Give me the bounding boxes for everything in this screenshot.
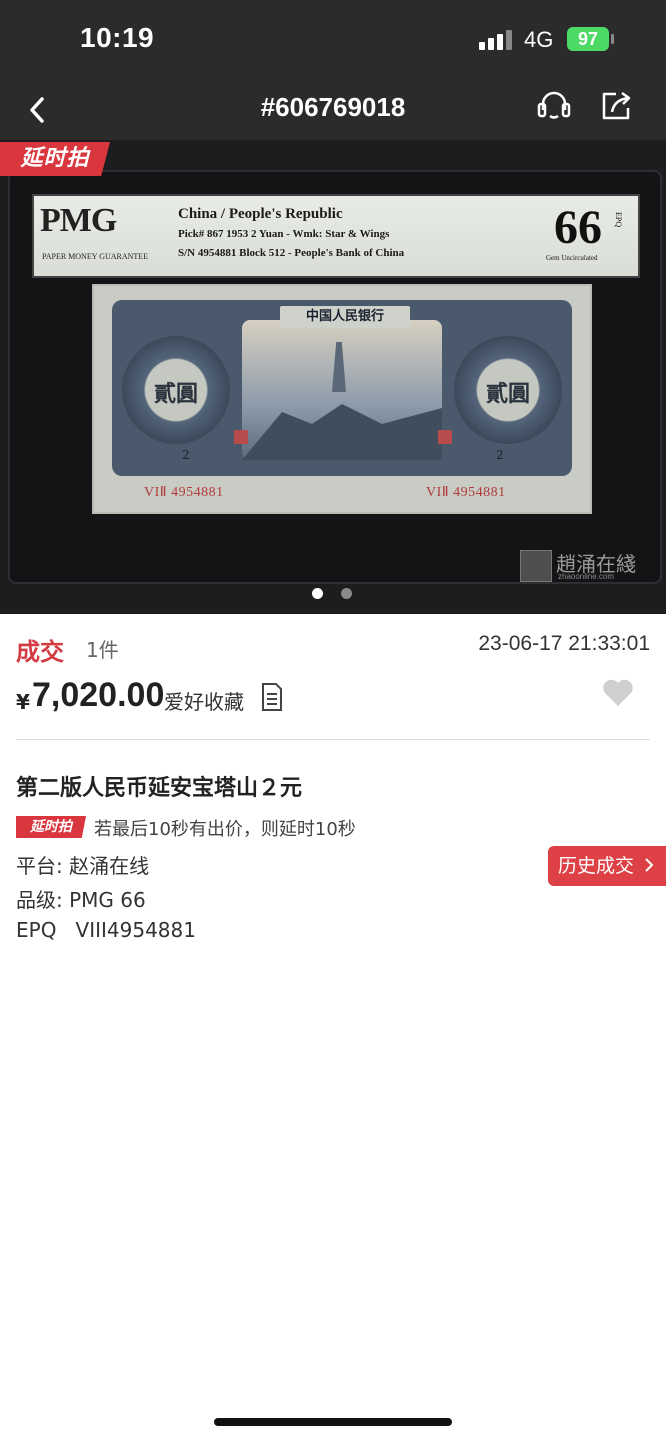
pmg-grade: 66 bbox=[554, 201, 602, 254]
battery-level: 97 bbox=[577, 29, 599, 49]
category-label: 爱好收藏 bbox=[164, 690, 244, 714]
pmg-pick: Pick# 867 1953 2 Yuan - Wmk: Star & Wing… bbox=[178, 228, 390, 240]
watermark-url: zhaoonline.com bbox=[558, 572, 615, 581]
share-icon[interactable] bbox=[596, 86, 636, 126]
price: 7,020.00 bbox=[32, 676, 165, 714]
denom-small-left: 2 bbox=[182, 448, 190, 462]
denomination-left: 貳圓 bbox=[153, 381, 198, 407]
network-type: 4G bbox=[524, 27, 554, 52]
deal-quantity: 1件 bbox=[86, 638, 119, 662]
battery-icon: 97 bbox=[567, 27, 609, 51]
document-icon[interactable] bbox=[260, 682, 284, 712]
favorite-heart-icon[interactable] bbox=[602, 678, 634, 708]
pmg-slab: PMG PAPER MONEY GUARANTEE China / People… bbox=[8, 170, 662, 584]
nav-bar: #606769018 bbox=[0, 80, 666, 140]
watermark-logo bbox=[520, 550, 552, 582]
banknote-vignette bbox=[242, 320, 442, 460]
pmg-serial: S/N 4954881 Block 512 - People's Bank of… bbox=[178, 247, 405, 259]
denomination-medallion-right: 貳圓 bbox=[454, 336, 562, 444]
delay-auction-tag: 延时拍 bbox=[16, 816, 86, 838]
deal-status: 成交 bbox=[16, 638, 64, 666]
header-area: 10:19 4G 97 #606769018 PMG PAPER MONEY G… bbox=[0, 0, 666, 614]
serial-right: VIⅡ 4954881 bbox=[426, 485, 506, 500]
battery-tip bbox=[611, 34, 614, 44]
pmg-subtitle: PAPER MONEY GUARANTEE bbox=[42, 252, 149, 261]
deal-datetime: 23-06-17 21:33:01 bbox=[478, 632, 650, 655]
pmg-epq: EPQ bbox=[614, 212, 623, 228]
serial-info: EPQ VIII4954881 bbox=[16, 918, 196, 942]
denom-small-right: 2 bbox=[496, 448, 504, 462]
seal-left bbox=[234, 430, 248, 444]
carousel-dot[interactable] bbox=[341, 588, 352, 599]
pmg-grade-text: Gem Uncirculated bbox=[546, 254, 598, 262]
delay-rule: 若最后10秒有出价，则延时10秒 bbox=[94, 819, 356, 840]
chevron-right-icon bbox=[644, 855, 654, 877]
banknote-header: 中国人民银行 bbox=[280, 306, 410, 328]
mountain-illustration bbox=[242, 404, 442, 460]
item-photo[interactable]: PMG PAPER MONEY GUARANTEE China / People… bbox=[0, 140, 666, 614]
pagoda-illustration bbox=[332, 342, 346, 392]
history-deals-button[interactable]: 历史成交 bbox=[548, 846, 666, 886]
status-bar: 10:19 4G 97 bbox=[0, 0, 666, 80]
denomination-right: 貳圓 bbox=[485, 381, 530, 407]
serial-left: VIⅡ 4954881 bbox=[144, 485, 224, 500]
delay-auction-badge: 延时拍 bbox=[0, 142, 110, 176]
seal-right bbox=[438, 430, 452, 444]
platform-info: 平台: 赵涌在线 bbox=[16, 854, 150, 878]
signal-icon bbox=[479, 28, 515, 50]
status-time: 10:19 bbox=[80, 22, 155, 53]
carousel-dot-active[interactable] bbox=[312, 588, 323, 599]
pmg-label: PMG PAPER MONEY GUARANTEE China / People… bbox=[32, 194, 640, 278]
pmg-logo: PMG bbox=[40, 202, 117, 239]
history-deals-label: 历史成交 bbox=[558, 855, 635, 877]
denomination-medallion-left: 貳圓 bbox=[122, 336, 230, 444]
item-title: 第二版人民币延安宝塔山２元 bbox=[16, 776, 303, 801]
back-icon[interactable] bbox=[20, 92, 56, 128]
home-indicator[interactable] bbox=[214, 1418, 452, 1426]
grade-info: 品级: PMG 66 bbox=[16, 888, 146, 912]
customer-service-icon[interactable] bbox=[534, 86, 574, 126]
banknote: 貳圓 貳圓 中国人民银行 2 2 VIⅡ 4954881 VIⅡ 4954881 bbox=[92, 284, 592, 514]
divider bbox=[16, 739, 650, 740]
pmg-country: China / People's Republic bbox=[178, 206, 343, 222]
watermark: 趙涌在綫 zhaoonline.com bbox=[520, 550, 650, 586]
currency-symbol: ¥ bbox=[16, 690, 30, 714]
